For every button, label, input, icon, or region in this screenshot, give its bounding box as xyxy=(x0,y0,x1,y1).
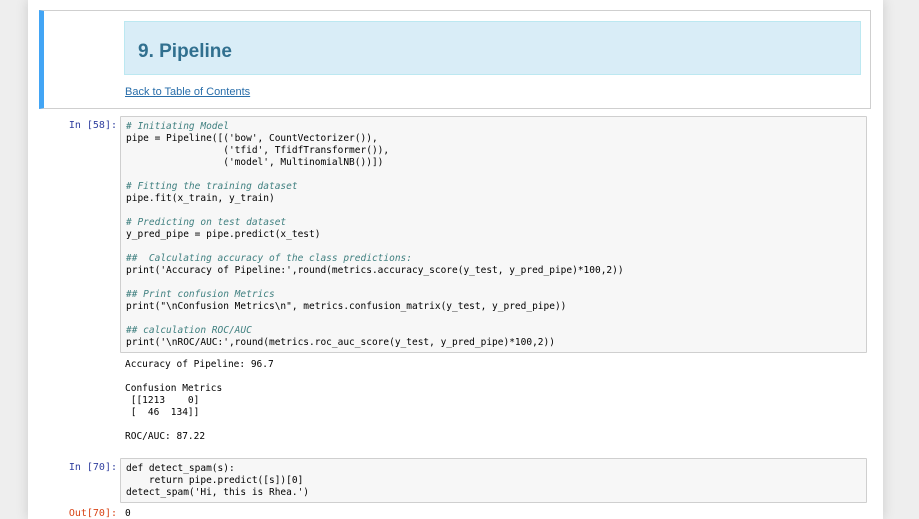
code-line: ## Print confusion Metrics xyxy=(126,289,275,300)
cell-58-output: Accuracy of Pipeline: 96.7 Confusion Met… xyxy=(125,359,274,442)
section-heading-box: 9. Pipeline xyxy=(124,21,861,75)
cell-58-code: # Initiating Model pipe = Pipeline([('bo… xyxy=(126,121,624,349)
cell-58-input-prompt: In [58]: xyxy=(68,120,117,131)
code-line: # Predicting on test dataset xyxy=(126,217,287,228)
code-line: print('Accuracy of Pipeline:',round(metr… xyxy=(126,265,624,276)
code-line: y_pred_pipe = pipe.predict(x_test) xyxy=(126,229,321,240)
code-line: # Fitting the training dataset xyxy=(126,181,298,192)
code-line: ## calculation ROC/AUC xyxy=(126,325,252,336)
code-line: ('tfid', TfidfTransformer()), xyxy=(126,145,390,156)
back-to-toc-link[interactable]: Back to Table of Contents xyxy=(125,86,250,98)
code-line: return pipe.predict([s])[0] xyxy=(126,475,304,486)
code-line: ('model', MultinomialNB())]) xyxy=(126,157,384,168)
notebook-container: 9. Pipeline Back to Table of Contents In… xyxy=(28,0,883,519)
code-line: def detect_spam(s): xyxy=(126,463,235,474)
cell-70-code: def detect_spam(s): return pipe.predict(… xyxy=(126,463,309,499)
code-line: ## Calculating accuracy of the class pre… xyxy=(126,253,412,264)
code-line: detect_spam('Hi, this is Rhea.') xyxy=(126,487,310,498)
code-line: print('\nROC/AUC:',round(metrics.roc_auc… xyxy=(126,337,555,348)
cell-70-code-input[interactable]: def detect_spam(s): return pipe.predict(… xyxy=(120,458,867,503)
cell-70-input-prompt: In [70]: xyxy=(68,462,117,473)
code-line: print("\nConfusion Metrics\n", metrics.c… xyxy=(126,301,567,312)
code-line: pipe.fit(x_train, y_train) xyxy=(126,193,275,204)
cell-58-code-input[interactable]: # Initiating Model pipe = Pipeline([('bo… xyxy=(120,116,867,353)
markdown-cell[interactable]: 9. Pipeline Back to Table of Contents xyxy=(39,10,871,109)
cell-70-output-prompt: Out[70]: xyxy=(68,508,117,519)
section-heading: 9. Pipeline xyxy=(138,41,232,62)
code-line: pipe = Pipeline([('bow', CountVectorizer… xyxy=(126,133,378,144)
code-line: # Initiating Model xyxy=(126,121,229,132)
cell-70-output: 0 xyxy=(125,508,131,519)
